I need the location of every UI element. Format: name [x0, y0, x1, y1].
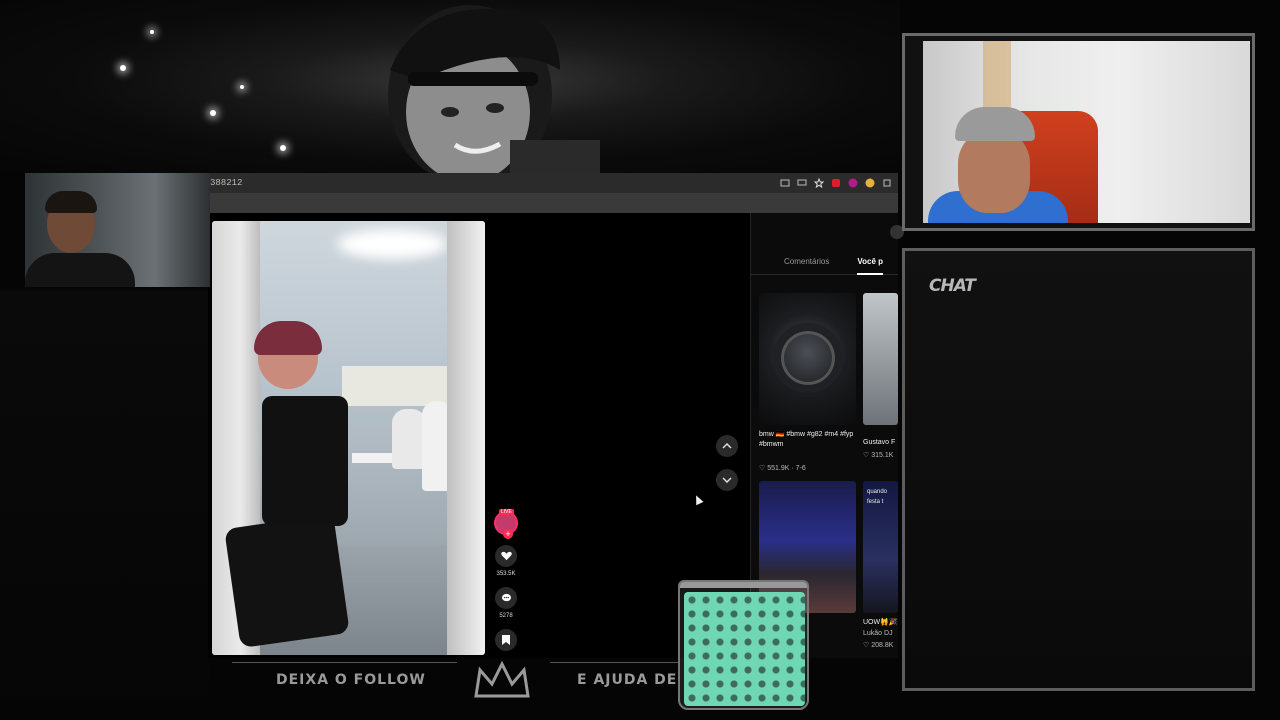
comment-icon — [501, 593, 511, 602]
like-button[interactable] — [495, 545, 517, 567]
thumbnail-caption: UOW🙀🎉 — [863, 619, 898, 626]
bookmark-button[interactable] — [495, 629, 517, 651]
thumbnail-caption: bmw 🇩🇪 #bmw #g82 #m4 #fyp #bmwm — [759, 431, 854, 448]
next-video-button[interactable] — [716, 469, 738, 491]
live-badge: LIVE — [499, 509, 514, 515]
puzzle-icon[interactable] — [882, 178, 892, 188]
video-action-column: LIVE + 353.5K 5278 — [492, 509, 520, 651]
chat-title: CHAT — [929, 276, 976, 296]
video-player[interactable] — [212, 221, 485, 655]
thumbnail-meta: ♡ 551.9K · 7-6 — [759, 465, 806, 472]
like-count: 353.5K — [496, 571, 516, 577]
chevron-up-icon — [722, 443, 732, 449]
extension-red-icon[interactable] — [831, 178, 841, 188]
address-bar[interactable]: 388212 — [208, 173, 898, 193]
video-navigation — [716, 435, 738, 491]
streamer-webcam — [923, 41, 1250, 223]
crown-icon — [474, 660, 530, 698]
extension-colorful-icon[interactable] — [865, 178, 875, 188]
comment-count: 5278 — [499, 613, 513, 619]
chevron-down-icon — [722, 477, 732, 483]
video-thumbnail[interactable]: quando festa t — [863, 481, 898, 613]
tab-comments[interactable]: Comentários — [751, 253, 829, 274]
banner-follow-text: DEIXA O FOLLOW — [276, 672, 426, 688]
bookmark-icon — [502, 635, 510, 645]
stadium-lights — [20, 10, 340, 160]
sub-goal-jar — [678, 580, 809, 710]
url-text: 388212 — [210, 178, 243, 188]
thumbnail-meta: Lukão DJ — [863, 630, 893, 637]
previous-video-button[interactable] — [716, 435, 738, 457]
jar-fill-items — [684, 592, 805, 706]
video-thumbnail[interactable] — [759, 293, 856, 425]
streamer-webcam-frame — [902, 33, 1255, 231]
banner-line — [550, 662, 680, 663]
chat-box: CHAT — [902, 248, 1255, 691]
video-thumbnail[interactable] — [863, 293, 898, 425]
follow-plus-icon[interactable]: + — [503, 529, 513, 539]
mouse-cursor — [692, 493, 704, 506]
left-background — [0, 290, 210, 720]
comment-button[interactable] — [495, 587, 517, 609]
thumbnail-meta: ♡ 315.1K — [863, 452, 894, 459]
star-icon[interactable] — [814, 178, 824, 188]
banner-help-text: E AJUDA DE — [577, 672, 678, 688]
thumbnail-overlay-text: quando festa t — [867, 489, 888, 505]
heart-icon — [500, 551, 512, 561]
cast-icon[interactable] — [797, 178, 807, 188]
creator-avatar[interactable]: LIVE + — [494, 509, 518, 539]
banner-line — [232, 662, 457, 663]
thumbnail-meta: ♡ 208.8K — [863, 642, 894, 649]
streamer-hero-image — [388, 5, 600, 175]
extension-icons — [780, 178, 898, 188]
download-icon[interactable] — [848, 178, 858, 188]
translate-icon[interactable] — [780, 178, 790, 188]
toolbar-strip — [208, 193, 898, 213]
guest-webcam — [25, 173, 210, 287]
panel-tabs: Comentários Você p — [751, 253, 898, 275]
thumbnail-caption: Gustavo F — [863, 439, 896, 446]
tab-for-you[interactable]: Você p — [829, 253, 883, 275]
